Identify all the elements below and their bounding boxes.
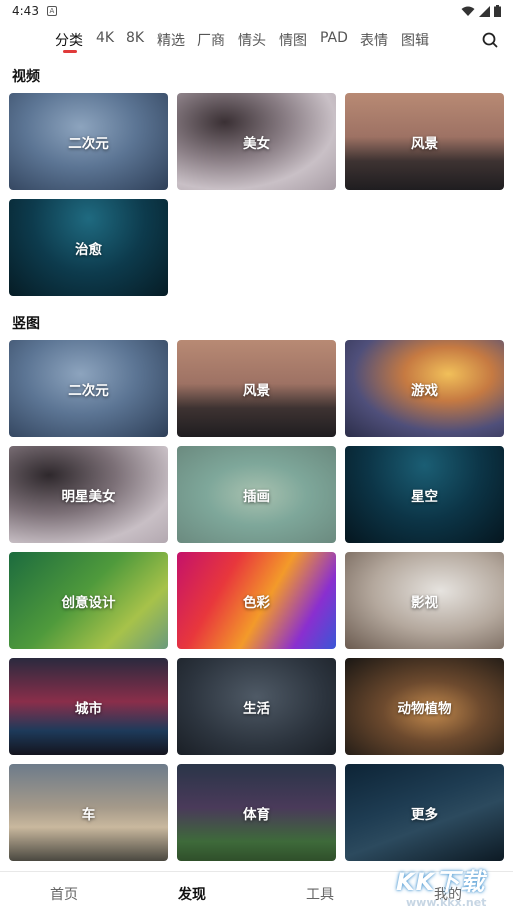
video-tile-healing[interactable]: 治愈 <box>9 199 168 296</box>
status-time: 4:43 <box>12 4 39 18</box>
tile-label: 色彩 <box>243 594 270 611</box>
vertical-tile-city[interactable]: 城市 <box>9 658 168 755</box>
vertical-tile-illustration[interactable]: 插画 <box>177 446 336 543</box>
nav-home[interactable]: 首页 <box>50 884 78 904</box>
tile-label: 二次元 <box>68 135 109 152</box>
tile-label: 明星美女 <box>61 488 116 505</box>
nav-tools[interactable]: 工具 <box>306 884 334 904</box>
vertical-tile-animals-plants[interactable]: 动物植物 <box>345 658 504 755</box>
tile-label: 风景 <box>243 382 270 399</box>
vertical-tile-star-beauty[interactable]: 明星美女 <box>9 446 168 543</box>
tile-label: 治愈 <box>75 241 102 258</box>
vertical-tile-anime[interactable]: 二次元 <box>9 340 168 437</box>
vertical-tile-starry-sky[interactable]: 星空 <box>345 446 504 543</box>
tile-label: 插画 <box>243 488 270 505</box>
active-tab-indicator <box>63 50 77 53</box>
tile-label: 更多 <box>411 806 438 823</box>
tile-label: 影视 <box>411 594 438 611</box>
tab-category[interactable]: 分类 <box>55 30 83 50</box>
tile-label: 车 <box>81 806 96 823</box>
tile-label: 创意设计 <box>61 594 116 611</box>
category-tab-bar: 分类 4K 8K 精选 厂商 情头 情图 PAD 表情 图辑 <box>0 26 513 56</box>
vertical-tile-color[interactable]: 色彩 <box>177 552 336 649</box>
tab-4k[interactable]: 4K <box>96 30 114 46</box>
tab-album[interactable]: 图辑 <box>401 30 429 50</box>
vertical-tile-scenery[interactable]: 风景 <box>177 340 336 437</box>
bottom-navigation: 首页 发现 工具 我的 <box>0 871 513 913</box>
tab-emoji[interactable]: 表情 <box>360 30 388 50</box>
search-icon <box>482 32 498 48</box>
tab-couple-image[interactable]: 情图 <box>279 30 307 50</box>
vertical-tile-sports[interactable]: 体育 <box>177 764 336 861</box>
tile-label: 生活 <box>243 700 270 717</box>
video-tile-scenery[interactable]: 风景 <box>345 93 504 190</box>
wifi-icon <box>461 6 475 16</box>
nav-discover[interactable]: 发现 <box>178 884 206 904</box>
tab-8k[interactable]: 8K <box>126 30 144 46</box>
signal-icon <box>479 5 490 17</box>
tab-featured[interactable]: 精选 <box>157 30 185 50</box>
tile-label: 城市 <box>75 700 102 717</box>
vertical-tile-car[interactable]: 车 <box>9 764 168 861</box>
battery-icon <box>494 5 501 17</box>
section-title-vertical: 竖图 <box>12 316 40 332</box>
vertical-tile-more[interactable]: 更多 <box>345 764 504 861</box>
tab-couple-avatar[interactable]: 情头 <box>238 30 266 50</box>
vertical-tile-life[interactable]: 生活 <box>177 658 336 755</box>
nav-mine[interactable]: 我的 <box>434 884 462 904</box>
section-title-video: 视频 <box>12 69 40 85</box>
tile-label: 星空 <box>411 488 438 505</box>
video-tile-anime[interactable]: 二次元 <box>9 93 168 190</box>
tile-label: 风景 <box>411 135 438 152</box>
tile-label: 体育 <box>243 806 270 823</box>
vertical-tile-game[interactable]: 游戏 <box>345 340 504 437</box>
status-indicators <box>461 5 501 17</box>
tile-label: 游戏 <box>411 382 438 399</box>
vertical-tile-film[interactable]: 影视 <box>345 552 504 649</box>
tile-label: 美女 <box>243 135 270 152</box>
search-button[interactable] <box>480 30 500 50</box>
notification-app-icon: A <box>46 6 57 16</box>
tile-label: 动物植物 <box>397 700 452 717</box>
vertical-tile-creative-design[interactable]: 创意设计 <box>9 552 168 649</box>
tile-label: 二次元 <box>68 382 109 399</box>
video-tile-beauty[interactable]: 美女 <box>177 93 336 190</box>
tab-vendor[interactable]: 厂商 <box>197 30 225 50</box>
status-bar: 4:43 A <box>0 0 513 22</box>
tab-pad[interactable]: PAD <box>320 30 348 46</box>
